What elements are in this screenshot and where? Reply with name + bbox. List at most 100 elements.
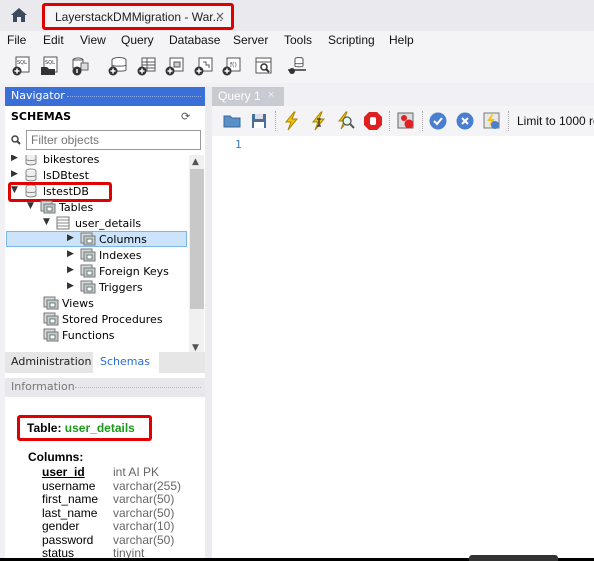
refresh-icon[interactable]: ⟳: [181, 110, 190, 123]
tree-node-label: Foreign Keys: [99, 265, 169, 278]
column-name: password: [42, 532, 94, 547]
schemas-heading: SCHEMAS: [11, 110, 72, 123]
search-table-data-icon[interactable]: [254, 56, 274, 76]
home-icon[interactable]: [10, 7, 28, 23]
menu-tools[interactable]: Tools: [284, 33, 312, 47]
collapse-arrow-icon[interactable]: ▼: [27, 201, 34, 211]
close-icon[interactable]: ×: [268, 89, 274, 101]
execute-icon[interactable]: [282, 111, 302, 131]
table-info-highlight: Table: user_details: [17, 415, 152, 441]
expand-arrow-icon[interactable]: ▶: [67, 265, 74, 275]
close-icon[interactable]: ×: [215, 9, 225, 23]
column-name: user_id: [42, 465, 85, 479]
expand-arrow-icon[interactable]: ▶: [67, 249, 74, 259]
query-tab-bar: Query 1 ×: [212, 87, 594, 106]
expand-arrow-icon[interactable]: ▶: [67, 281, 74, 291]
svg-text:SQL: SQL: [17, 60, 27, 66]
tables-folder-icon: [40, 200, 56, 217]
create-view-icon[interactable]: [165, 56, 185, 76]
toolbar-separator: [389, 111, 390, 131]
menu-help[interactable]: Help: [389, 33, 414, 47]
selected-row-highlight: [6, 231, 187, 247]
column-type: tinyint: [113, 546, 145, 558]
navigator-header: Navigator: [5, 87, 205, 106]
expand-arrow-icon[interactable]: ▶: [67, 233, 74, 243]
scrollbar-thumb[interactable]: [190, 169, 204, 309]
triggers-folder-icon: [80, 280, 96, 297]
tree-node-label: Tables: [59, 201, 94, 214]
toolbar-separator: [275, 111, 276, 131]
column-name: gender: [42, 519, 80, 533]
procedures-folder-icon: [43, 312, 59, 329]
column-type: varchar(50): [113, 492, 175, 506]
open-sql-script-icon[interactable]: SQL: [40, 56, 60, 76]
commit-icon[interactable]: [428, 111, 448, 131]
taskbar-popup: [469, 555, 558, 561]
rollback-icon[interactable]: [455, 111, 475, 131]
menu-scripting[interactable]: Scripting: [328, 33, 375, 47]
stop-icon[interactable]: [363, 111, 383, 131]
information-header: Information: [5, 378, 205, 397]
table-label: Table:: [27, 421, 62, 435]
limit-rows-select[interactable]: Limit to 1000 rows: [517, 114, 594, 128]
toolbar-separator: [422, 111, 423, 131]
create-schema-icon[interactable]: [108, 56, 128, 76]
filter-objects-input[interactable]: [26, 130, 201, 150]
menu-view[interactable]: View: [80, 33, 106, 47]
database-icon: [24, 155, 38, 169]
collapse-arrow-icon[interactable]: ▼: [43, 217, 50, 227]
tree-scrollbar[interactable]: ▲ ▼: [189, 155, 204, 355]
columns-heading: Columns:: [28, 450, 84, 464]
schema-tree: ▶ bikestores ▶ lsDBtest ▼ lstestDB ▼ Tables ▼ use…: [5, 155, 187, 355]
scroll-up-icon[interactable]: ▲: [192, 157, 199, 167]
expand-arrow-icon[interactable]: ▶: [11, 169, 18, 179]
menu-server[interactable]: Server: [233, 33, 268, 47]
navigator-tabs: Administration Schemas: [5, 352, 205, 373]
column-type: int AI PK: [113, 465, 160, 479]
menu-query[interactable]: Query: [121, 33, 154, 47]
create-function-icon[interactable]: f(): [222, 56, 242, 76]
foreign-keys-folder-icon: [80, 264, 96, 281]
sql-editor[interactable]: 1: [212, 136, 594, 558]
column-type: varchar(10): [113, 519, 175, 533]
open-folder-icon[interactable]: [222, 111, 242, 131]
indexes-folder-icon: [80, 248, 96, 265]
reconnect-icon[interactable]: [287, 56, 307, 76]
table-icon: [56, 216, 70, 233]
tab-query-1[interactable]: Query 1 ×: [212, 87, 284, 106]
functions-folder-icon: [43, 328, 59, 345]
navigator-panel: Navigator SCHEMAS ⟳ ▶ bikestores ▶ lsDBtest…: [5, 87, 205, 558]
schema-inspector-icon[interactable]: [70, 56, 90, 76]
query-toolbar: Limit to 1000 rows: [212, 106, 594, 136]
main-toolbar: SQL SQL f(): [0, 51, 594, 128]
table-name: user_details: [64, 421, 135, 435]
expand-arrow-icon[interactable]: ▶: [11, 155, 18, 163]
create-procedure-icon[interactable]: [194, 56, 214, 76]
menu-edit[interactable]: Edit: [43, 33, 64, 47]
tab-schemas[interactable]: Schemas: [93, 352, 159, 373]
tree-node-label: bikestores: [43, 155, 100, 166]
title-bar: LayerstackDMMigration - War... ×: [0, 0, 594, 31]
connection-tab[interactable]: LayerstackDMMigration - War... ×: [42, 3, 234, 30]
execute-current-statement-icon[interactable]: [309, 111, 329, 131]
menu-file[interactable]: File: [7, 33, 26, 47]
column-name: status: [42, 546, 75, 558]
column-type: varchar(50): [113, 532, 175, 547]
column-name: last_name: [42, 505, 98, 520]
columns-folder-icon: [80, 232, 96, 249]
autocommit-icon[interactable]: [482, 111, 502, 131]
create-table-icon[interactable]: [137, 56, 157, 76]
save-icon[interactable]: [249, 111, 269, 131]
menu-database[interactable]: Database: [169, 33, 220, 47]
svg-text:SQL: SQL: [45, 60, 55, 66]
tab-administration[interactable]: Administration: [11, 355, 92, 368]
views-folder-icon: [43, 296, 59, 313]
tree-node-label: Stored Procedures: [62, 313, 163, 326]
tree-node-label: Columns: [99, 233, 147, 246]
explain-icon[interactable]: [336, 111, 356, 131]
tree-node-label: lsDBtest: [43, 169, 89, 182]
navigator-title: Navigator: [11, 89, 65, 102]
new-sql-tab-icon[interactable]: SQL: [12, 56, 32, 76]
toggle-error-icon[interactable]: [396, 111, 416, 131]
tree-node-label: Functions: [62, 329, 115, 342]
